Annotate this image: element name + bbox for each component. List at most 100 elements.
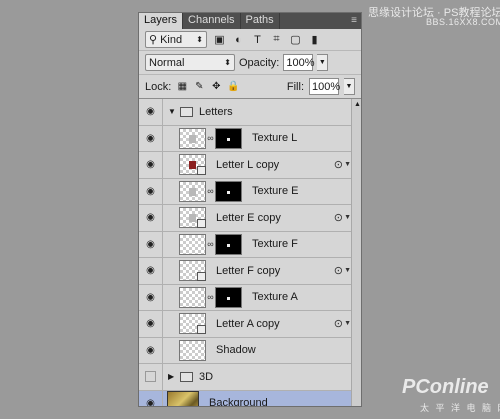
tab-channels[interactable]: Channels <box>183 13 241 29</box>
eye-icon[interactable]: ◉ <box>139 258 163 284</box>
lock-move-icon[interactable]: ✥ <box>210 81 222 93</box>
fill-dropdown-icon[interactable]: ▼ <box>344 78 355 95</box>
opacity-input[interactable]: 100% <box>283 54 315 71</box>
expand-effects-icon[interactable]: ▼ <box>344 214 351 221</box>
lock-bar: Lock: ▦ ✎ ✥ 🔒 Fill: 100% ▼ <box>139 75 361 99</box>
smart-object-filter-icon[interactable]: ▢ <box>289 33 302 46</box>
eye-icon[interactable]: ◉ <box>139 390 163 406</box>
smart-object-thumbnail <box>179 207 206 229</box>
type-filter-icon[interactable]: T <box>251 33 264 46</box>
layer-thumbnail <box>179 339 206 361</box>
link-icon[interactable]: ∞ <box>206 186 215 196</box>
smart-object-thumbnail <box>179 313 206 335</box>
pixel-filter-icon[interactable]: ▣ <box>213 33 226 46</box>
kind-label: Kind <box>160 33 183 46</box>
layer-thumbnail <box>179 233 206 255</box>
layer-style-icon[interactable]: ⊙ <box>334 317 343 330</box>
lock-brush-icon[interactable]: ✎ <box>193 81 205 93</box>
layers-panel: Layers Channels Paths ≡ ⚲ Kind ⬍ ▣ ◐ T ⌗… <box>138 12 362 407</box>
blend-bar: Normal ⬍ Opacity: 100% ▼ <box>139 51 361 75</box>
layer-row-shadow[interactable]: ◉ Shadow <box>139 337 361 364</box>
layer-mask-thumbnail[interactable] <box>215 180 242 202</box>
eye-icon[interactable]: ◉ <box>139 311 163 337</box>
watermark-top-url: BBS.16XX8.COM <box>426 17 500 27</box>
link-icon[interactable]: ∞ <box>206 239 215 249</box>
watermark-brand: PConline <box>402 376 489 398</box>
layer-row-texture-f[interactable]: ◉ ∞ Texture F <box>139 231 361 258</box>
tab-layers[interactable]: Layers <box>139 13 184 29</box>
layer-row-letter-e-copy[interactable]: ◉ Letter E copy ⊙ ▼ <box>139 205 361 232</box>
layer-name: Letter L copy <box>216 158 280 171</box>
layer-name: Letter A copy <box>216 317 280 330</box>
link-icon[interactable]: ∞ <box>206 292 215 302</box>
layer-list-scrollbar[interactable]: ▲ ▼ <box>351 99 361 406</box>
eye-icon[interactable]: ◉ <box>139 337 163 363</box>
lock-all-icon[interactable]: 🔒 <box>227 81 239 93</box>
eye-icon[interactable]: ◉ <box>139 99 163 125</box>
layer-name: Background <box>209 397 268 407</box>
fill-input[interactable]: 100% <box>309 78 340 95</box>
expand-arrow-icon[interactable]: ▼ <box>168 107 178 116</box>
smart-object-thumbnail <box>179 154 206 176</box>
expand-effects-icon[interactable]: ▼ <box>344 161 351 168</box>
layer-row-texture-e[interactable]: ◉ ∞ Texture E <box>139 178 361 205</box>
layer-name: Texture E <box>252 185 299 198</box>
background-thumbnail <box>167 391 199 406</box>
layer-style-icon[interactable]: ⊙ <box>334 264 343 277</box>
collapse-arrow-icon[interactable]: ▶ <box>168 372 178 381</box>
layer-style-icon[interactable]: ⊙ <box>334 158 343 171</box>
layer-row-background[interactable]: ◉ Background <box>139 390 361 407</box>
chevron-down-icon: ⬍ <box>224 58 231 67</box>
lock-label: Lock: <box>145 80 172 93</box>
layer-row-3d[interactable]: ▶ 3D <box>139 364 361 391</box>
layer-name: Letter E copy <box>216 211 281 224</box>
eye-hidden-icon[interactable] <box>139 364 163 390</box>
expand-effects-icon[interactable]: ▼ <box>344 267 351 274</box>
panel-menu-icon[interactable]: ≡ <box>347 13 361 29</box>
layer-thumbnail <box>179 286 206 308</box>
layer-row-texture-l[interactable]: ◉ ∞ Texture L <box>139 125 361 152</box>
adjustment-filter-icon[interactable]: ◐ <box>232 33 245 46</box>
layer-name: Texture L <box>252 132 298 145</box>
filter-toolbar: ⚲ Kind ⬍ ▣ ◐ T ⌗ ▢ ▮ <box>139 29 361 51</box>
layer-row-letter-l-copy[interactable]: ◉ Letter L copy ⊙ ▼ <box>139 152 361 179</box>
expand-effects-icon[interactable]: ▼ <box>344 320 351 327</box>
eye-icon[interactable]: ◉ <box>139 178 163 204</box>
shape-filter-icon[interactable]: ⌗ <box>270 33 283 46</box>
lock-transparent-icon[interactable]: ▦ <box>176 81 188 93</box>
link-icon[interactable]: ∞ <box>206 133 215 143</box>
layer-name: Texture F <box>252 238 298 251</box>
eye-icon[interactable]: ◉ <box>139 284 163 310</box>
blend-mode-select[interactable]: Normal ⬍ <box>145 54 235 71</box>
tab-paths[interactable]: Paths <box>241 13 280 29</box>
folder-icon <box>180 371 193 382</box>
layer-style-icon[interactable]: ⊙ <box>334 211 343 224</box>
eye-icon[interactable]: ◉ <box>139 152 163 178</box>
layer-name: Shadow <box>216 344 256 357</box>
panel-tabs: Layers Channels Paths ≡ <box>139 13 361 29</box>
layer-row-letters[interactable]: ◉ ▼ Letters <box>139 99 361 126</box>
layer-name: Texture A <box>252 291 298 304</box>
blend-mode-value: Normal <box>149 56 185 69</box>
layer-row-letter-a-copy[interactable]: ◉ Letter A copy ⊙ ▼ <box>139 311 361 338</box>
layer-name: 3D <box>199 370 214 383</box>
eye-icon[interactable]: ◉ <box>139 231 163 257</box>
eye-icon[interactable]: ◉ <box>139 205 163 231</box>
opacity-label: Opacity: <box>239 56 280 69</box>
fill-label: Fill: <box>286 80 304 93</box>
scroll-up-icon[interactable]: ▲ <box>354 101 361 108</box>
opacity-dropdown-icon[interactable]: ▼ <box>317 54 329 71</box>
chevron-down-icon: ⬍ <box>196 35 203 44</box>
layer-thumbnail <box>179 127 206 149</box>
layer-list: ◉ ▼ Letters ◉ ∞ Texture L ◉ Letter L cop… <box>139 99 361 407</box>
layer-mask-thumbnail[interactable] <box>215 127 242 149</box>
filter-toggle-icon[interactable]: ▮ <box>308 33 321 46</box>
layer-row-texture-a[interactable]: ◉ ∞ Texture A <box>139 284 361 311</box>
layer-mask-thumbnail[interactable] <box>215 286 242 308</box>
kind-select[interactable]: ⚲ Kind ⬍ <box>145 31 207 48</box>
layer-mask-thumbnail[interactable] <box>215 233 242 255</box>
eye-icon[interactable]: ◉ <box>139 125 163 151</box>
layer-row-letter-f-copy[interactable]: ◉ Letter F copy ⊙ ▼ <box>139 258 361 285</box>
folder-icon <box>180 106 193 117</box>
search-icon: ⚲ <box>149 34 158 46</box>
